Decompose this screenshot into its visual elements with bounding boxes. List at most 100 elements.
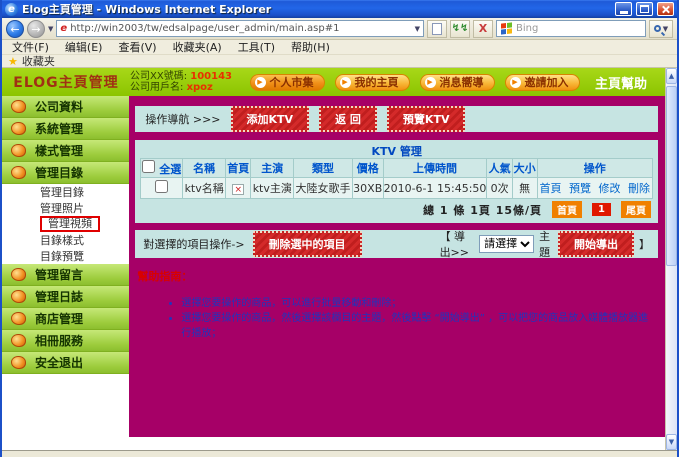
snail-icon <box>11 268 26 281</box>
compatibility-button[interactable] <box>427 20 447 38</box>
refresh-icon: ↯↯ <box>452 23 469 34</box>
favorites-bar: ★ 收藏夹 <box>2 55 677 68</box>
sidebar-item-style-mgmt[interactable]: 樣式管理 <box>2 140 129 162</box>
history-dropdown-icon[interactable]: ▼ <box>48 25 53 33</box>
page-1-button[interactable]: 1 <box>592 203 611 216</box>
scrollbar-track[interactable] <box>666 84 677 434</box>
maximize-icon <box>640 5 649 13</box>
address-dropdown-icon[interactable]: ▼ <box>415 25 420 33</box>
topic-label: 主題 <box>539 228 553 260</box>
menu-help[interactable]: 帮助(H) <box>291 39 330 55</box>
search-placeholder[interactable]: Bing <box>516 23 538 34</box>
company-no-label: 公司XX號碼: <box>130 71 187 82</box>
active-submenu-highlight: 管理視頻 <box>40 216 100 232</box>
select-all-checkbox[interactable] <box>142 160 155 173</box>
operation-nav-label: 操作導航 >>> <box>145 111 220 127</box>
search-box[interactable]: Bing <box>496 20 646 37</box>
action-delete-link[interactable]: 刪除 <box>628 182 650 195</box>
preview-ktv-button[interactable]: 預覽KTV <box>387 106 466 132</box>
maximize-button[interactable] <box>636 2 653 16</box>
page-content: ELOG主頁管理 公司XX號碼: 100143 公司用戶名: xpoz ▶个人市… <box>2 68 665 450</box>
forward-button[interactable]: → <box>27 20 45 38</box>
site-header: ELOG主頁管理 公司XX號碼: 100143 公司用戶名: xpoz ▶个人市… <box>2 68 665 96</box>
sidebar-item-album-service[interactable]: 相冊服務 <box>2 330 129 352</box>
snail-icon <box>11 290 26 303</box>
submenu-manage-videos[interactable]: 管理視頻 <box>2 216 129 232</box>
submenu-catalog-style[interactable]: 目錄樣式 <box>2 232 129 248</box>
ktv-table-panel: KTV 管理 全選 名稱 首頁 主演 類型 價格 上傳時間 <box>135 140 658 223</box>
col-star: 主演 <box>251 159 294 178</box>
stop-button[interactable]: X <box>473 20 493 38</box>
favorites-star-icon[interactable]: ★ <box>8 56 18 67</box>
company-user-label: 公司用戶名: <box>130 82 183 93</box>
sidebar-item-message-mgmt[interactable]: 管理留言 <box>2 264 129 286</box>
minimize-button[interactable] <box>615 2 632 16</box>
menu-view[interactable]: 查看(V) <box>118 39 156 55</box>
sidebar-item-log-mgmt[interactable]: 管理日誌 <box>2 286 129 308</box>
sidebar-item-company-info[interactable]: 公司資料 <box>2 96 129 118</box>
company-user-value: xpoz <box>187 82 213 93</box>
action-homepage-link[interactable]: 首頁 <box>540 182 562 195</box>
submenu-manage-catalog[interactable]: 管理目錄 <box>2 184 129 200</box>
close-button[interactable] <box>657 2 674 16</box>
menu-favorites[interactable]: 收藏夹(A) <box>173 39 222 55</box>
ie-logo-icon: e <box>5 3 18 16</box>
page-icon <box>432 23 442 35</box>
nav-my-homepage-button[interactable]: ▶我的主頁 <box>335 74 410 91</box>
col-upload-time: 上傳時間 <box>383 159 487 178</box>
row-price: 30XB <box>352 178 383 199</box>
menu-tools[interactable]: 工具(T) <box>238 39 275 55</box>
help-bullet-1: 選擇您要操作的商品，可以進行批量移動和刪除； <box>181 296 658 311</box>
play-icon: ▶ <box>510 77 521 88</box>
help-section: 幫助指南： 選擇您要操作的商品，可以進行批量移動和刪除； 選擇您要操作的商品，然… <box>135 268 658 341</box>
broken-image-icon: × <box>232 184 244 195</box>
last-page-button[interactable]: 尾頁 <box>621 201 651 218</box>
minimize-icon <box>620 11 628 14</box>
scrollbar-thumb[interactable] <box>666 86 677 266</box>
row-homepage-cell: × <box>226 178 251 199</box>
table-title: KTV 管理 <box>140 143 653 158</box>
nav-message-wizard-button[interactable]: ▶消息嚮導 <box>420 74 495 91</box>
refresh-button[interactable]: ↯↯ <box>450 20 470 38</box>
submenu-catalog-preview[interactable]: 目錄預覽 <box>2 248 129 264</box>
sidebar-item-system-mgmt[interactable]: 系統管理 <box>2 118 129 140</box>
add-ktv-button[interactable]: 添加KTV <box>231 106 310 132</box>
col-type: 類型 <box>294 159 353 178</box>
row-size: 無 <box>512 178 537 199</box>
scroll-down-icon[interactable]: ▼ <box>666 434 677 450</box>
address-bar[interactable]: e http://win2003/tw/edsalpage/user_admin… <box>56 20 424 37</box>
row-name: ktv名稱 <box>183 178 226 199</box>
start-export-button[interactable]: 開始導出 <box>558 231 634 257</box>
delete-selected-button[interactable]: 刪除選中的項目 <box>253 231 362 257</box>
snail-icon <box>11 334 26 347</box>
first-page-button[interactable]: 首頁 <box>552 201 582 218</box>
action-edit-link[interactable]: 修改 <box>599 182 621 195</box>
export-topic-select[interactable]: 請選擇 <box>479 235 534 253</box>
menu-edit[interactable]: 编辑(E) <box>65 39 103 55</box>
search-button[interactable]: ▼ <box>649 20 673 38</box>
nav-personal-market-button[interactable]: ▶个人市集 <box>250 74 325 91</box>
return-button[interactable]: 返 回 <box>319 106 377 132</box>
row-checkbox[interactable] <box>155 180 168 193</box>
pagination-bar: 總 1 條 1頁 15條/頁 首頁 1 尾頁 <box>140 200 653 219</box>
back-button[interactable]: ← <box>6 20 24 38</box>
sidebar-item-catalog-mgmt[interactable]: 管理目錄 <box>2 162 129 184</box>
search-options-icon[interactable]: ▼ <box>663 25 668 33</box>
export-group: 【 導出>> 請選擇 主題 開始導出 】 <box>440 228 650 260</box>
sidebar-item-logout[interactable]: 安全退出 <box>2 352 129 374</box>
vertical-scrollbar[interactable]: ▲ ▼ <box>665 68 677 450</box>
favorites-label[interactable]: 收藏夹 <box>22 53 55 69</box>
address-toolbar: ← → ▼ e http://win2003/tw/edsalpage/user… <box>2 18 677 40</box>
col-name: 名稱 <box>183 159 226 178</box>
submenu-manage-photos[interactable]: 管理照片 <box>2 200 129 216</box>
sidebar-item-shop-mgmt[interactable]: 商店管理 <box>2 308 129 330</box>
homepage-help-link[interactable]: 主頁幫助 <box>595 73 647 92</box>
operation-nav-bar: 操作導航 >>> 添加KTV 返 回 預覽KTV <box>135 106 658 132</box>
snail-icon <box>11 312 26 325</box>
scroll-up-icon[interactable]: ▲ <box>666 68 677 84</box>
company-no-value: 100143 <box>190 71 232 82</box>
url-text[interactable]: http://win2003/tw/edsalpage/user_admin/m… <box>70 23 411 34</box>
nav-invite-button[interactable]: ▶邀請加入 <box>505 74 580 91</box>
row-type: 大陸女歌手 <box>294 178 353 199</box>
action-preview-link[interactable]: 預覽 <box>569 182 591 195</box>
